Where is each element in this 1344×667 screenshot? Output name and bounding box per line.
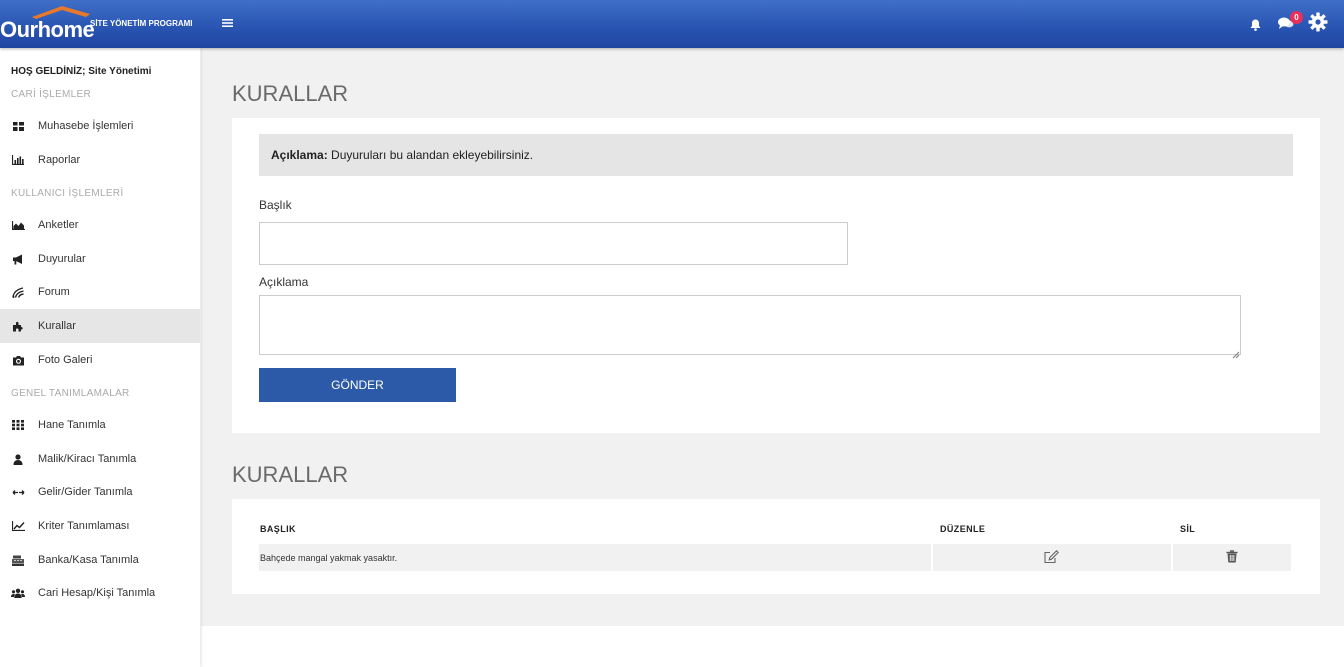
sidebar-item-anketler[interactable]: Anketler <box>0 208 200 242</box>
section-title-genel: GENEL TANIMLAMALAR <box>11 388 130 399</box>
bell-icon[interactable] <box>1250 18 1261 36</box>
section-title-kullanici: KULLANICI İŞLEMLERİ <box>11 188 124 199</box>
submit-button[interactable]: GÖNDER <box>259 368 456 402</box>
description-textarea[interactable] <box>259 295 1241 355</box>
sidebar-item-muhasebe[interactable]: Muhasebe İşlemleri <box>0 109 200 143</box>
logo-subtitle: SİTE YÖNETİM PROGRAMI <box>90 19 193 28</box>
exchange-icon <box>11 485 25 499</box>
sidebar-item-label: Foto Galeri <box>38 354 93 366</box>
column-header-sil: SİL <box>1180 524 1196 534</box>
table-row: Bahçede mangal yakmak yasaktır. <box>259 544 1291 571</box>
description-field-label: Açıklama <box>259 275 309 289</box>
sidebar-item-label: Banka/Kasa Tanımla <box>38 554 139 566</box>
camera-icon <box>11 353 25 367</box>
sidebar-item-label: Hane Tanımla <box>38 419 106 431</box>
logo-text: Ourhome <box>0 17 95 42</box>
forum-icon <box>11 285 25 299</box>
sidebar-item-label: Kriter Tanımlaması <box>38 520 130 532</box>
sidebar-item-foto-galeri[interactable]: Foto Galeri <box>0 343 200 377</box>
sidebar-item-malik-kiraci[interactable]: Malik/Kiracı Tanımla <box>0 442 200 476</box>
trash-icon[interactable] <box>1226 550 1238 568</box>
sidebar-item-banka-kasa[interactable]: Banka/Kasa Tanımla <box>0 543 200 577</box>
megaphone-icon <box>11 252 25 266</box>
column-header-baslik: BAŞLIK <box>260 524 296 534</box>
sidebar-item-label: Raporlar <box>38 154 81 166</box>
sidebar-item-gelir-gider[interactable]: Gelir/Gider Tanımla <box>0 475 200 509</box>
sidebar-item-hane[interactable]: Hane Tanımla <box>0 408 200 442</box>
sidebar-item-label: Malik/Kiracı Tanımla <box>38 453 137 465</box>
grid-icon <box>11 418 25 432</box>
top-navbar: Ourhome SİTE YÖNETİM PROGRAMI 0 <box>0 0 1344 48</box>
cell-divider <box>1171 544 1173 571</box>
sidebar: HOŞ GELDİNİZ; Site Yönetimi CARİ İŞLEMLE… <box>0 48 200 667</box>
resize-grip-icon[interactable] <box>1232 346 1240 364</box>
title-input[interactable] <box>259 222 848 265</box>
sidebar-item-label: Anketler <box>38 219 79 231</box>
info-label: Açıklama: <box>271 148 328 162</box>
menu-icon[interactable] <box>222 15 233 33</box>
cell-divider <box>931 544 933 571</box>
main-content: KURALLAR Açıklama: Duyuruları bu alandan… <box>201 48 1344 626</box>
info-text: Duyuruları bu alandan ekleyebilirsiniz. <box>327 148 534 162</box>
sidebar-item-kriter[interactable]: Kriter Tanımlaması <box>0 509 200 543</box>
puzzle-icon <box>11 319 25 333</box>
sidebar-item-label: Gelir/Gider Tanımla <box>38 486 133 498</box>
footer <box>201 626 1344 667</box>
sidebar-item-label: Muhasebe İşlemleri <box>38 120 134 132</box>
user-icon <box>11 452 25 466</box>
line-chart-icon <box>11 519 25 533</box>
area-chart-icon <box>11 218 25 232</box>
sidebar-item-forum[interactable]: Forum <box>0 275 200 309</box>
gear-icon[interactable] <box>1308 12 1328 37</box>
form-card: Açıklama: Duyuruları bu alandan ekleyebi… <box>232 118 1320 433</box>
sidebar-item-kurallar[interactable]: Kurallar <box>0 309 200 343</box>
chat-badge: 0 <box>1290 11 1303 24</box>
welcome-text: HOŞ GELDİNİZ; Site Yönetimi <box>11 66 152 77</box>
title-field-label: Başlık <box>259 198 292 212</box>
list-title: KURALLAR <box>232 462 349 487</box>
column-header-duzenle: DÜZENLE <box>940 524 986 534</box>
dashboard-icon <box>11 119 25 133</box>
bar-chart-icon <box>11 153 25 167</box>
sidebar-item-raporlar[interactable]: Raporlar <box>0 143 200 177</box>
rule-title-cell: Bahçede mangal yakmak yasaktır. <box>260 553 398 563</box>
page-title: KURALLAR <box>232 81 349 106</box>
app-logo[interactable]: Ourhome SİTE YÖNETİM PROGRAMI <box>0 0 200 48</box>
cash-register-icon <box>11 553 25 567</box>
sidebar-item-label: Kurallar <box>38 320 76 332</box>
section-title-cari: CARİ İŞLEMLER <box>11 89 92 100</box>
sidebar-item-label: Forum <box>38 286 70 298</box>
rules-table-card: BAŞLIK DÜZENLE SİL Bahçede mangal yakmak… <box>232 499 1320 594</box>
info-box: Açıklama: Duyuruları bu alandan ekleyebi… <box>259 134 1293 176</box>
sidebar-item-duyurular[interactable]: Duyurular <box>0 242 200 276</box>
users-icon <box>11 586 25 600</box>
edit-icon[interactable] <box>1044 550 1059 569</box>
sidebar-item-cari-hesap[interactable]: Cari Hesap/Kişi Tanımla <box>0 576 200 610</box>
sidebar-item-label: Duyurular <box>38 253 86 265</box>
sidebar-item-label: Cari Hesap/Kişi Tanımla <box>38 587 156 599</box>
